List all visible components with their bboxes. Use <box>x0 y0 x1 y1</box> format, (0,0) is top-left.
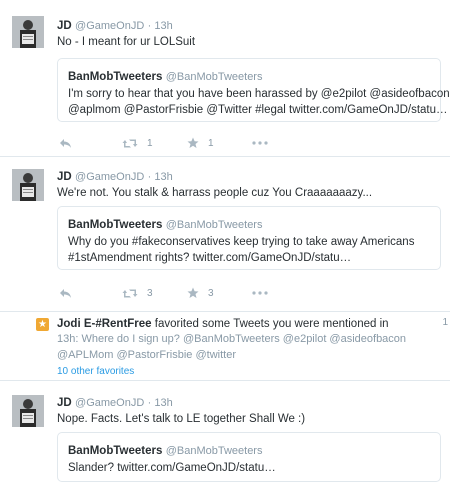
tweet-text: We're not. You stalk & harrass people cu… <box>57 187 373 199</box>
tweet-text: Nope. Facts. Let's talk to LE together S… <box>57 413 306 425</box>
tweet-timestamp[interactable]: · 13h <box>148 20 173 32</box>
retweet-count: 3 <box>147 287 153 299</box>
other-favorites-link[interactable]: 10 other favorites <box>57 366 134 378</box>
favorite-count: 3 <box>208 287 214 299</box>
tweet-header: JD @GameOnJD · 13h <box>57 169 442 184</box>
tweet-author-handle[interactable]: @GameOnJD <box>75 171 144 183</box>
avatar-image <box>12 169 44 201</box>
quoted-tweet-author-name: BanMobTweeters <box>68 445 163 457</box>
retweet-button[interactable]: 1 <box>122 138 153 149</box>
quoted-tweet-text-line2: @aplmom @PastorFrisbie @Twitter #legal t… <box>68 104 448 116</box>
reply-arrow-icon <box>60 138 71 148</box>
more-options-button[interactable] <box>252 141 268 145</box>
notification-tweet-preview-line1[interactable]: 13h: Where do I sign up? @BanMobTweeters… <box>57 332 406 347</box>
avatar-image <box>12 395 44 427</box>
quoted-tweet[interactable]: BanMobTweeters @BanMobTweeters I'm sorry… <box>57 58 450 122</box>
quoted-tweet-text-line2: #1stAmendment rights? twitter.com/GameOn… <box>68 252 352 264</box>
avatar[interactable] <box>12 395 44 427</box>
tweet-author-name[interactable]: JD <box>57 397 72 409</box>
quoted-tweet-text-line1: Slander? twitter.com/GameOnJD/statu… <box>68 462 276 474</box>
notification-tweet-preview-line2[interactable]: @APLMom @PastorFrisbie @twitter <box>57 348 236 363</box>
star-badge-icon: ★ <box>36 318 49 331</box>
avatar[interactable] <box>12 16 44 48</box>
star-icon <box>187 137 199 148</box>
ellipsis-icon <box>252 141 268 145</box>
reply-button[interactable] <box>59 138 72 149</box>
reply-arrow-icon <box>60 288 71 298</box>
avatar[interactable] <box>12 169 44 201</box>
tweet-1[interactable]: JD @GameOnJD · 13h No - I meant for ur L… <box>0 0 450 157</box>
retweet-icon <box>122 289 138 297</box>
favorite-count: 1 <box>208 137 214 149</box>
tweet-actions: 1 1 <box>59 136 279 150</box>
tweet-author-name[interactable]: JD <box>57 171 72 183</box>
more-options-button[interactable] <box>252 291 268 295</box>
quoted-tweet[interactable]: BanMobTweeters @BanMobTweeters Slander? … <box>57 432 441 482</box>
notification-headline: Jodi E-#RentFree favorited some Tweets y… <box>57 317 389 332</box>
tweet-text: No - I meant for ur LOLSuit <box>57 36 196 48</box>
quoted-tweet-author-handle: @BanMobTweeters <box>165 71 263 83</box>
tweet-actions: 3 3 <box>59 286 279 300</box>
tweet-author-handle[interactable]: @GameOnJD <box>75 397 144 409</box>
tweet-author-handle[interactable]: @GameOnJD <box>75 20 144 32</box>
reply-button[interactable] <box>59 288 72 299</box>
retweet-icon <box>122 139 138 147</box>
retweet-count: 1 <box>147 137 153 149</box>
quoted-tweet-text-line1: I'm sorry to hear that you have been har… <box>68 88 450 100</box>
favorite-notification[interactable]: ★ Jodi E-#RentFree favorited some Tweets… <box>0 312 450 381</box>
quoted-tweet-text-line1: Why do you #fakeconservatives keep tryin… <box>68 236 415 248</box>
notification-edge-char: 1 <box>442 317 448 328</box>
tweet-header: JD @GameOnJD · 13h <box>57 18 442 33</box>
tweet-timestamp[interactable]: · 13h <box>148 171 173 183</box>
tweet-author-name[interactable]: JD <box>57 20 72 32</box>
notification-user-name[interactable]: Jodi E-#RentFree <box>57 318 152 330</box>
retweet-button[interactable]: 3 <box>122 288 153 299</box>
quoted-tweet-author-handle: @BanMobTweeters <box>165 445 263 457</box>
notification-action-text: favorited some Tweets you were mentioned… <box>154 318 389 330</box>
tweet-header: JD @GameOnJD · 13h <box>57 395 442 410</box>
favorite-button[interactable]: 1 <box>187 137 214 149</box>
quoted-tweet-author-name: BanMobTweeters <box>68 71 163 83</box>
avatar-image <box>12 16 44 48</box>
quoted-tweet[interactable]: BanMobTweeters @BanMobTweeters Why do yo… <box>57 206 441 270</box>
tweet-3[interactable]: JD @GameOnJD · 13h Nope. Facts. Let's ta… <box>0 381 450 495</box>
quoted-tweet-author-handle: @BanMobTweeters <box>165 219 263 231</box>
tweet-timestamp[interactable]: · 13h <box>148 397 173 409</box>
tweet-2[interactable]: JD @GameOnJD · 13h We're not. You stalk … <box>0 157 450 312</box>
quoted-tweet-author-name: BanMobTweeters <box>68 219 163 231</box>
ellipsis-icon <box>252 291 268 295</box>
star-icon <box>187 287 199 298</box>
favorite-button[interactable]: 3 <box>187 287 214 299</box>
